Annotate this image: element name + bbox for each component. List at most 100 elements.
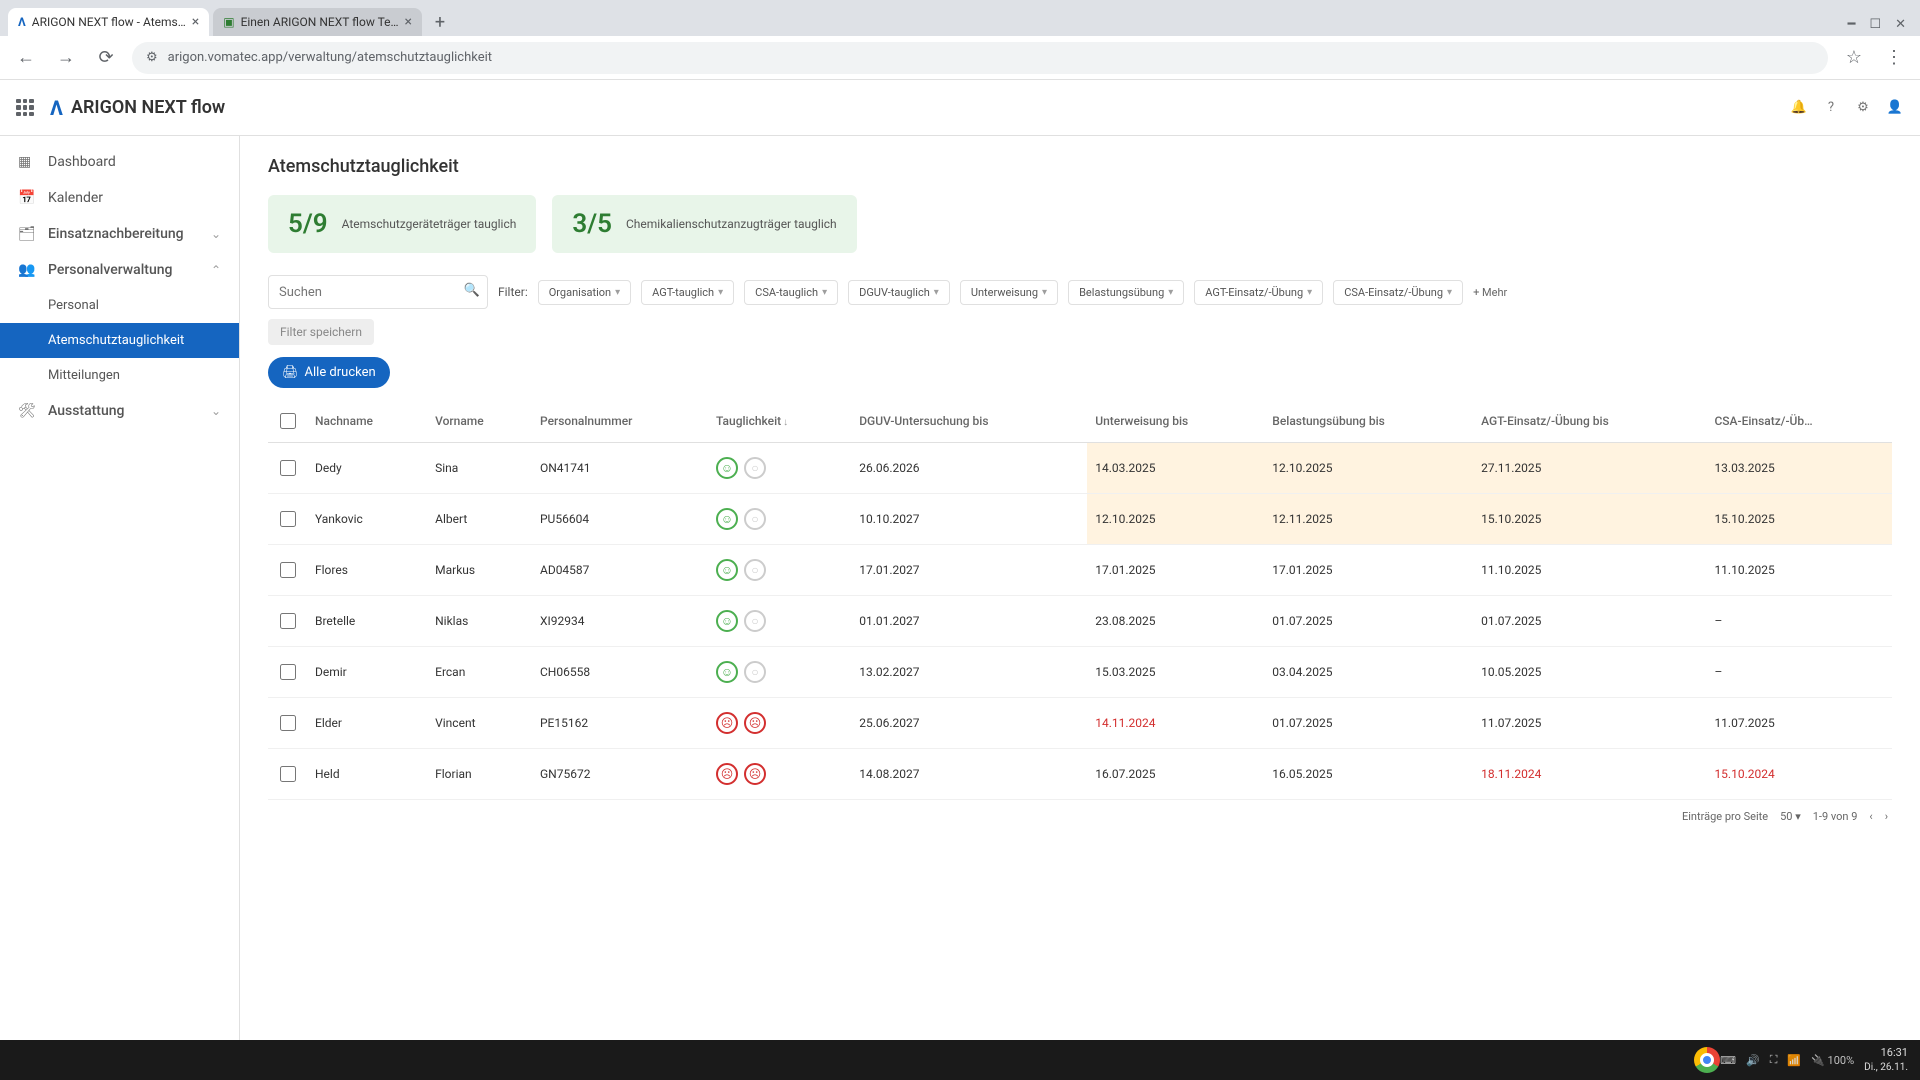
filter-chip[interactable]: Unterweisung▾ bbox=[960, 280, 1058, 305]
logo-mark-icon: Λ bbox=[50, 96, 63, 120]
back-button[interactable]: ← bbox=[12, 44, 40, 72]
close-window-icon[interactable]: ✕ bbox=[1895, 17, 1906, 32]
wifi-icon[interactable]: 📶 bbox=[1787, 1054, 1801, 1067]
sidebar-item-dashboard[interactable]: ▦ Dashboard bbox=[0, 144, 239, 180]
volume-icon[interactable]: 🔊 bbox=[1746, 1054, 1760, 1067]
col-vorname[interactable]: Vorname bbox=[427, 400, 532, 443]
table-row[interactable]: DemirErcanCH06558☺○13.02.202715.03.20250… bbox=[268, 647, 1892, 698]
forward-button[interactable]: → bbox=[52, 44, 80, 72]
col-unterweisung[interactable]: Unterweisung bis bbox=[1087, 400, 1264, 443]
browser-tab-active[interactable]: Λ ARIGON NEXT flow - Atems… × bbox=[8, 8, 209, 36]
sidebar-item-atemschutztauglichkeit[interactable]: Atemschutztauglichkeit bbox=[0, 323, 239, 358]
row-checkbox[interactable] bbox=[280, 664, 296, 680]
chevron-down-icon: ▾ bbox=[1307, 287, 1312, 298]
row-checkbox[interactable] bbox=[280, 613, 296, 629]
apps-launcher-icon[interactable] bbox=[16, 99, 34, 117]
new-tab-button[interactable]: + bbox=[426, 8, 454, 36]
chevron-down-icon: ⌄ bbox=[211, 404, 221, 418]
filter-chip[interactable]: AGT-Einsatz/-Übung▾ bbox=[1194, 280, 1323, 305]
site-settings-icon[interactable]: ⚙ bbox=[146, 50, 158, 65]
filter-chip[interactable]: CSA-Einsatz/-Übung▾ bbox=[1333, 280, 1463, 305]
row-checkbox[interactable] bbox=[280, 511, 296, 527]
keyboard-icon[interactable]: ⌨ bbox=[1720, 1054, 1736, 1067]
col-nachname[interactable]: Nachname bbox=[307, 400, 427, 443]
cell-personalnummer: GN75672 bbox=[532, 749, 708, 800]
url-text: arigon.vomatec.app/verwaltung/atemschutz… bbox=[168, 50, 492, 65]
help-icon[interactable]: ? bbox=[1822, 99, 1840, 117]
search-icon[interactable]: 🔍 bbox=[464, 283, 480, 298]
main-content: Atemschutztauglichkeit 5/9 Atemschutzger… bbox=[240, 136, 1920, 1080]
account-icon[interactable]: 👤 bbox=[1886, 99, 1904, 117]
search-input[interactable] bbox=[268, 275, 488, 309]
filter-chip[interactable]: CSA-tauglich▾ bbox=[744, 280, 838, 305]
sidebar-item-personal[interactable]: Personal bbox=[0, 288, 239, 323]
more-filters[interactable]: + Mehr bbox=[1473, 286, 1507, 299]
app-logo[interactable]: Λ ARIGON NEXT flow bbox=[50, 96, 225, 120]
pager-label: Einträge pro Seite bbox=[1682, 810, 1768, 823]
settings-icon[interactable]: ⚙ bbox=[1854, 99, 1872, 117]
battery-status[interactable]: 🔌 100% bbox=[1811, 1054, 1854, 1067]
row-checkbox[interactable] bbox=[280, 562, 296, 578]
cell-csa-einsatz: 11.10.2025 bbox=[1706, 545, 1892, 596]
cell-agt-einsatz: 27.11.2025 bbox=[1473, 443, 1706, 494]
cell-dguv: 26.06.2026 bbox=[851, 443, 1087, 494]
tauglichkeit-badge-icon: ☹ bbox=[716, 712, 738, 734]
page-size-select[interactable]: 50 ▾ bbox=[1780, 810, 1801, 823]
clock[interactable]: 16:31Di., 26.11. bbox=[1864, 1046, 1908, 1073]
row-checkbox[interactable] bbox=[280, 460, 296, 476]
people-icon: 👥 bbox=[18, 262, 36, 278]
extensions-icon[interactable]: ⋮ bbox=[1880, 44, 1908, 72]
row-checkbox[interactable] bbox=[280, 766, 296, 782]
col-personalnummer[interactable]: Personalnummer bbox=[532, 400, 708, 443]
col-belastung[interactable]: Belastungsübung bis bbox=[1264, 400, 1473, 443]
col-csa-einsatz[interactable]: CSA-Einsatz/-Üb… bbox=[1706, 400, 1892, 443]
sidebar-item-mitteilungen[interactable]: Mitteilungen bbox=[0, 358, 239, 393]
col-agt-einsatz[interactable]: AGT-Einsatz/-Übung bis bbox=[1473, 400, 1706, 443]
select-all-checkbox[interactable] bbox=[280, 413, 296, 429]
pager-prev-icon[interactable]: ‹ bbox=[1869, 810, 1872, 823]
col-dguv[interactable]: DGUV-Untersuchung bis bbox=[851, 400, 1087, 443]
cell-tauglichkeit: ☺○ bbox=[708, 443, 851, 494]
maximize-icon[interactable]: ☐ bbox=[1869, 17, 1881, 32]
table-row[interactable]: HeldFlorianGN75672☹☹14.08.202716.07.2025… bbox=[268, 749, 1892, 800]
notifications-icon[interactable]: 🔔 bbox=[1790, 99, 1808, 117]
row-checkbox[interactable] bbox=[280, 715, 296, 731]
table-row[interactable]: ElderVincentPE15162☹☹25.06.202714.11.202… bbox=[268, 698, 1892, 749]
reload-button[interactable]: ⟳ bbox=[92, 44, 120, 72]
print-all-button[interactable]: 🖨 Alle drucken bbox=[268, 357, 390, 388]
browser-tab-inactive[interactable]: ▣ Einen ARIGON NEXT flow Te… × bbox=[213, 8, 422, 36]
filter-chip[interactable]: AGT-tauglich▾ bbox=[641, 280, 734, 305]
page-title: Atemschutztauglichkeit bbox=[268, 156, 1892, 177]
filter-chip[interactable]: Belastungsübung▾ bbox=[1068, 280, 1184, 305]
sidebar-item-einsatznachbereitung[interactable]: 🗂 Einsatznachbereitung ⌄ bbox=[0, 216, 239, 252]
sidebar-item-personalverwaltung[interactable]: 👥 Personalverwaltung ⌃ bbox=[0, 252, 239, 288]
tauglichkeit-badge-icon: ○ bbox=[744, 559, 766, 581]
browser-toolbar: ← → ⟳ ⚙ arigon.vomatec.app/verwaltung/at… bbox=[0, 36, 1920, 80]
cell-unterweisung: 16.07.2025 bbox=[1087, 749, 1264, 800]
cell-belastung: 12.10.2025 bbox=[1264, 443, 1473, 494]
save-filter-button[interactable]: Filter speichern bbox=[268, 319, 374, 345]
sidebar-item-kalender[interactable]: 📅 Kalender bbox=[0, 180, 239, 216]
chrome-taskbar-icon[interactable] bbox=[1694, 1047, 1720, 1073]
table-row[interactable]: FloresMarkusAD04587☺○17.01.202717.01.202… bbox=[268, 545, 1892, 596]
close-tab-icon[interactable]: × bbox=[192, 14, 199, 30]
dashboard-icon: ▦ bbox=[18, 154, 36, 170]
close-tab-icon[interactable]: × bbox=[405, 14, 412, 30]
cell-nachname: Dedy bbox=[307, 443, 427, 494]
table-row[interactable]: DedySinaON41741☺○26.06.202614.03.202512.… bbox=[268, 443, 1892, 494]
bookmark-icon[interactable]: ☆ bbox=[1840, 44, 1868, 72]
cell-belastung: 01.07.2025 bbox=[1264, 596, 1473, 647]
tab-title: Einen ARIGON NEXT flow Te… bbox=[241, 15, 399, 29]
table-row[interactable]: BretelleNiklasXI92934☺○01.01.202723.08.2… bbox=[268, 596, 1892, 647]
address-bar[interactable]: ⚙ arigon.vomatec.app/verwaltung/atemschu… bbox=[132, 42, 1828, 74]
cell-agt-einsatz: 10.05.2025 bbox=[1473, 647, 1706, 698]
sidebar-item-ausstattung[interactable]: 🛠 Ausstattung ⌄ bbox=[0, 393, 239, 429]
window-controls: ━ ☐ ✕ bbox=[1842, 13, 1912, 36]
minimize-icon[interactable]: ━ bbox=[1848, 17, 1856, 32]
filter-chip[interactable]: Organisation▾ bbox=[538, 280, 631, 305]
filter-chip[interactable]: DGUV-tauglich▾ bbox=[848, 280, 950, 305]
col-tauglichkeit[interactable]: Tauglichkeit↓ bbox=[708, 400, 851, 443]
pager-next-icon[interactable]: › bbox=[1885, 810, 1888, 823]
table-row[interactable]: YankovicAlbertPU56604☺○10.10.202712.10.2… bbox=[268, 494, 1892, 545]
fullscreen-icon[interactable]: ⛶ bbox=[1770, 1053, 1778, 1067]
